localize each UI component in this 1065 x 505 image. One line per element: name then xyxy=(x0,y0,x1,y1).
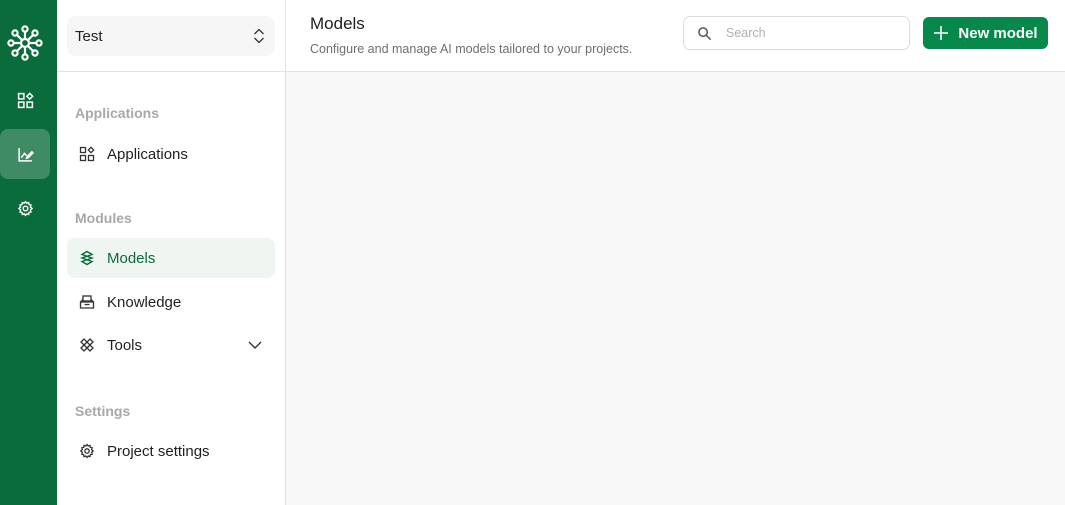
sidebar-item-tools[interactable]: Tools xyxy=(67,325,275,365)
gear-icon xyxy=(79,443,95,459)
search-box[interactable] xyxy=(683,16,910,50)
grid-shapes-icon xyxy=(79,146,95,162)
inbox-tray-icon xyxy=(79,294,95,310)
chevron-down-icon[interactable] xyxy=(247,337,263,353)
project-selector[interactable]: Test xyxy=(67,16,275,56)
plus-icon xyxy=(934,26,949,40)
rail-applications-button[interactable] xyxy=(0,75,50,125)
section-label-settings: Settings xyxy=(75,403,131,419)
rail-settings-button[interactable] xyxy=(0,183,50,233)
page-header: Models Configure and manage AI models ta… xyxy=(286,0,1065,72)
new-model-label: New model xyxy=(958,24,1038,42)
section-label-modules: Modules xyxy=(75,210,132,226)
network-hub-logo-icon[interactable] xyxy=(6,22,44,64)
search-input[interactable] xyxy=(726,26,896,40)
sidebar-item-label: Applications xyxy=(107,145,188,163)
sidebar: Test Applications Applications Modules M… xyxy=(57,0,286,505)
sidebar-item-label: Models xyxy=(107,249,156,267)
sidebar-item-applications[interactable]: Applications xyxy=(67,134,275,174)
page-subtitle: Configure and manage AI models tailored … xyxy=(310,42,633,56)
sidebar-item-label: Knowledge xyxy=(107,293,182,311)
rail-models-button[interactable] xyxy=(0,129,50,179)
chart-edit-icon xyxy=(17,147,34,162)
new-model-button[interactable]: New model xyxy=(923,17,1048,49)
search-icon xyxy=(698,26,712,40)
tools-icon xyxy=(79,337,95,353)
page-title: Models xyxy=(310,14,365,33)
sidebar-divider xyxy=(57,71,286,72)
project-name: Test xyxy=(75,27,103,45)
gear-icon xyxy=(17,199,33,217)
sidebar-item-label: Project settings xyxy=(107,442,210,460)
sidebar-item-label: Tools xyxy=(107,336,143,354)
models-icon xyxy=(79,250,95,266)
section-label-applications: Applications xyxy=(75,105,160,121)
sidebar-item-project-settings[interactable]: Project settings xyxy=(67,431,275,471)
app-rail xyxy=(0,0,57,505)
grid-shapes-icon xyxy=(17,91,34,108)
chevron-up-down-icon xyxy=(254,28,264,44)
sidebar-item-knowledge[interactable]: Knowledge xyxy=(67,282,275,322)
sidebar-item-models[interactable]: Models xyxy=(67,238,275,278)
main-content-area xyxy=(286,72,1065,505)
